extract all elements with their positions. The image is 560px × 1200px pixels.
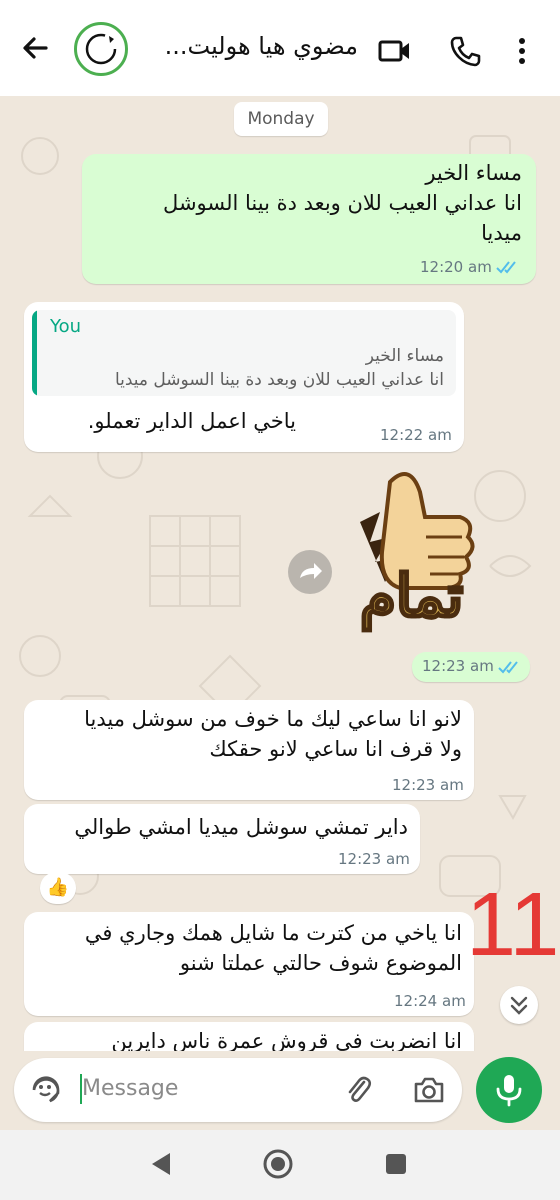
phone-icon[interactable] — [448, 34, 482, 68]
message-bubble-incoming[interactable]: You مساء الخير انا عداني العيب للان وبعد… — [24, 302, 464, 452]
quote-text: مساء الخير انا عداني العيب للان وبعد دة … — [114, 346, 444, 390]
arrow-left-icon[interactable] — [18, 30, 54, 66]
message-bubble-incoming[interactable]: داير تمشي سوشل ميديا امشي طوالي 12:23 am — [24, 804, 420, 874]
avatar[interactable] — [74, 22, 128, 76]
sticker-text: تمام — [358, 561, 464, 632]
contact-name[interactable]: مضوي هيا هوليت... — [148, 32, 358, 60]
camera-icon[interactable] — [412, 1074, 446, 1110]
message-text: انا انضربت في قروش عمرة ناس دايرين — [111, 1029, 462, 1051]
message-bubble-incoming[interactable]: انا انضربت في قروش عمرة ناس دايرين — [24, 1022, 474, 1051]
forward-icon[interactable] — [288, 550, 332, 594]
chat-area[interactable]: Monday مساء الخير انا عداني العيب للان و… — [0, 96, 560, 1051]
quoted-message[interactable]: You مساء الخير انا عداني العيب للان وبعد… — [32, 310, 456, 396]
system-nav-bar — [0, 1130, 560, 1200]
read-ticks-icon — [496, 261, 516, 274]
message-time: 12:24 am — [394, 992, 466, 1010]
thumbs-up-sticker[interactable]: تمام — [340, 462, 530, 642]
message-text: لانو انا ساعي ليك ما خوف من سوشل ميديا و… — [84, 707, 462, 761]
chat-header: مضوي هيا هوليت... — [0, 0, 560, 96]
scroll-down-button[interactable] — [500, 986, 538, 1024]
message-text: انا ياخي من كترت ما شايل همك وجاري في ال… — [84, 921, 462, 975]
nav-recents-button[interactable] — [384, 1152, 408, 1180]
message-time: 12:20 am — [420, 258, 492, 276]
sticker-icon[interactable] — [30, 1074, 62, 1110]
video-call-icon[interactable] — [378, 34, 412, 68]
message-time: 12:23 am — [392, 776, 464, 794]
quote-bar — [32, 310, 37, 396]
message-input[interactable]: Message — [82, 1076, 178, 1101]
message-text: مساء الخير انا عداني العيب للان وبعد دة … — [163, 161, 522, 245]
chevron-double-down-icon — [510, 996, 528, 1015]
quote-sender: You — [50, 316, 82, 337]
message-composer[interactable]: Message — [14, 1058, 462, 1122]
message-bubble-incoming[interactable]: لانو انا ساعي ليك ما خوف من سوشل ميديا و… — [24, 700, 474, 800]
date-separator: Monday — [234, 102, 328, 136]
nav-back-button[interactable] — [148, 1150, 174, 1182]
message-text: داير تمشي سوشل ميديا امشي طوالي — [74, 815, 408, 839]
message-time: 12:23 am — [338, 850, 410, 868]
mic-icon — [496, 1075, 522, 1107]
message-bubble-incoming[interactable]: انا ياخي من كترت ما شايل همك وجاري في ال… — [24, 912, 474, 1016]
mic-button[interactable] — [476, 1057, 542, 1123]
message-time: 12:23 am — [422, 657, 494, 675]
sticker-time-pill: 12:23 am — [412, 652, 530, 682]
message-bubble-outgoing[interactable]: مساء الخير انا عداني العيب للان وبعد دة … — [82, 154, 536, 284]
more-vert-icon[interactable] — [512, 34, 532, 68]
paperclip-icon[interactable] — [344, 1074, 374, 1110]
unread-count-badge: 11 — [466, 875, 560, 975]
message-time: 12:22 am — [380, 426, 452, 444]
message-text: ياخي اعمل الداير تعملو. — [87, 409, 296, 433]
nav-home-button[interactable] — [262, 1148, 294, 1184]
thumbs-up-reaction[interactable]: 👍 — [40, 872, 76, 904]
read-ticks-icon — [498, 661, 518, 674]
